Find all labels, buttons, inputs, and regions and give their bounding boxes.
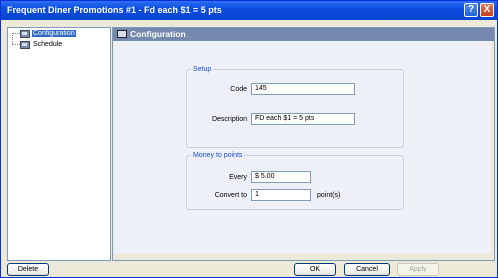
points-unit-label: point(s): [317, 192, 341, 199]
code-field[interactable]: 145: [251, 83, 355, 95]
help-button[interactable]: ?: [464, 3, 478, 17]
panel-title: Configuration: [130, 29, 186, 39]
title-bar[interactable]: Frequent Diner Promotions #1 - Fd each $…: [1, 1, 497, 20]
tree-connector: [12, 44, 20, 45]
tree-item-schedule[interactable]: Schedule: [20, 40, 63, 49]
form-icon: [117, 30, 127, 38]
delete-button[interactable]: Delete: [7, 263, 49, 276]
tree-item-label: Configuration: [32, 30, 76, 37]
tree-connector: [12, 33, 20, 34]
tree-connector: [12, 33, 13, 44]
window-title: Frequent Diner Promotions #1 - Fd each $…: [7, 5, 222, 15]
apply-button[interactable]: Apply: [397, 263, 439, 276]
ok-button[interactable]: OK: [294, 263, 336, 276]
every-label: Every: [229, 174, 247, 181]
tree-item-configuration[interactable]: Configuration: [20, 29, 76, 38]
code-label: Code: [230, 86, 247, 93]
cancel-button[interactable]: Cancel: [344, 263, 390, 276]
setup-group: Setup: [186, 66, 404, 148]
dialog-window: Frequent Diner Promotions #1 - Fd each $…: [0, 0, 498, 278]
form-icon: [20, 29, 30, 38]
form-icon: [20, 40, 30, 49]
panel-header: Configuration: [113, 28, 494, 41]
convert-to-label: Convert to: [214, 192, 247, 199]
description-label: Description: [211, 116, 247, 123]
convert-to-field[interactable]: 1: [251, 189, 311, 201]
tree-item-label: Schedule: [33, 41, 63, 48]
setup-legend: Setup: [193, 66, 212, 73]
description-field[interactable]: FD each $1 = 5 pts: [251, 113, 355, 125]
close-button[interactable]: X: [480, 3, 494, 17]
money-legend: Money to points: [193, 152, 243, 159]
every-field[interactable]: $ 5.00: [251, 171, 311, 183]
configuration-panel: Configuration Setup Code 145 Description…: [112, 27, 495, 261]
panel-body: Setup Code 145 Description FD each $1 = …: [114, 41, 491, 254]
navigation-tree: Configuration Schedule: [7, 27, 111, 261]
